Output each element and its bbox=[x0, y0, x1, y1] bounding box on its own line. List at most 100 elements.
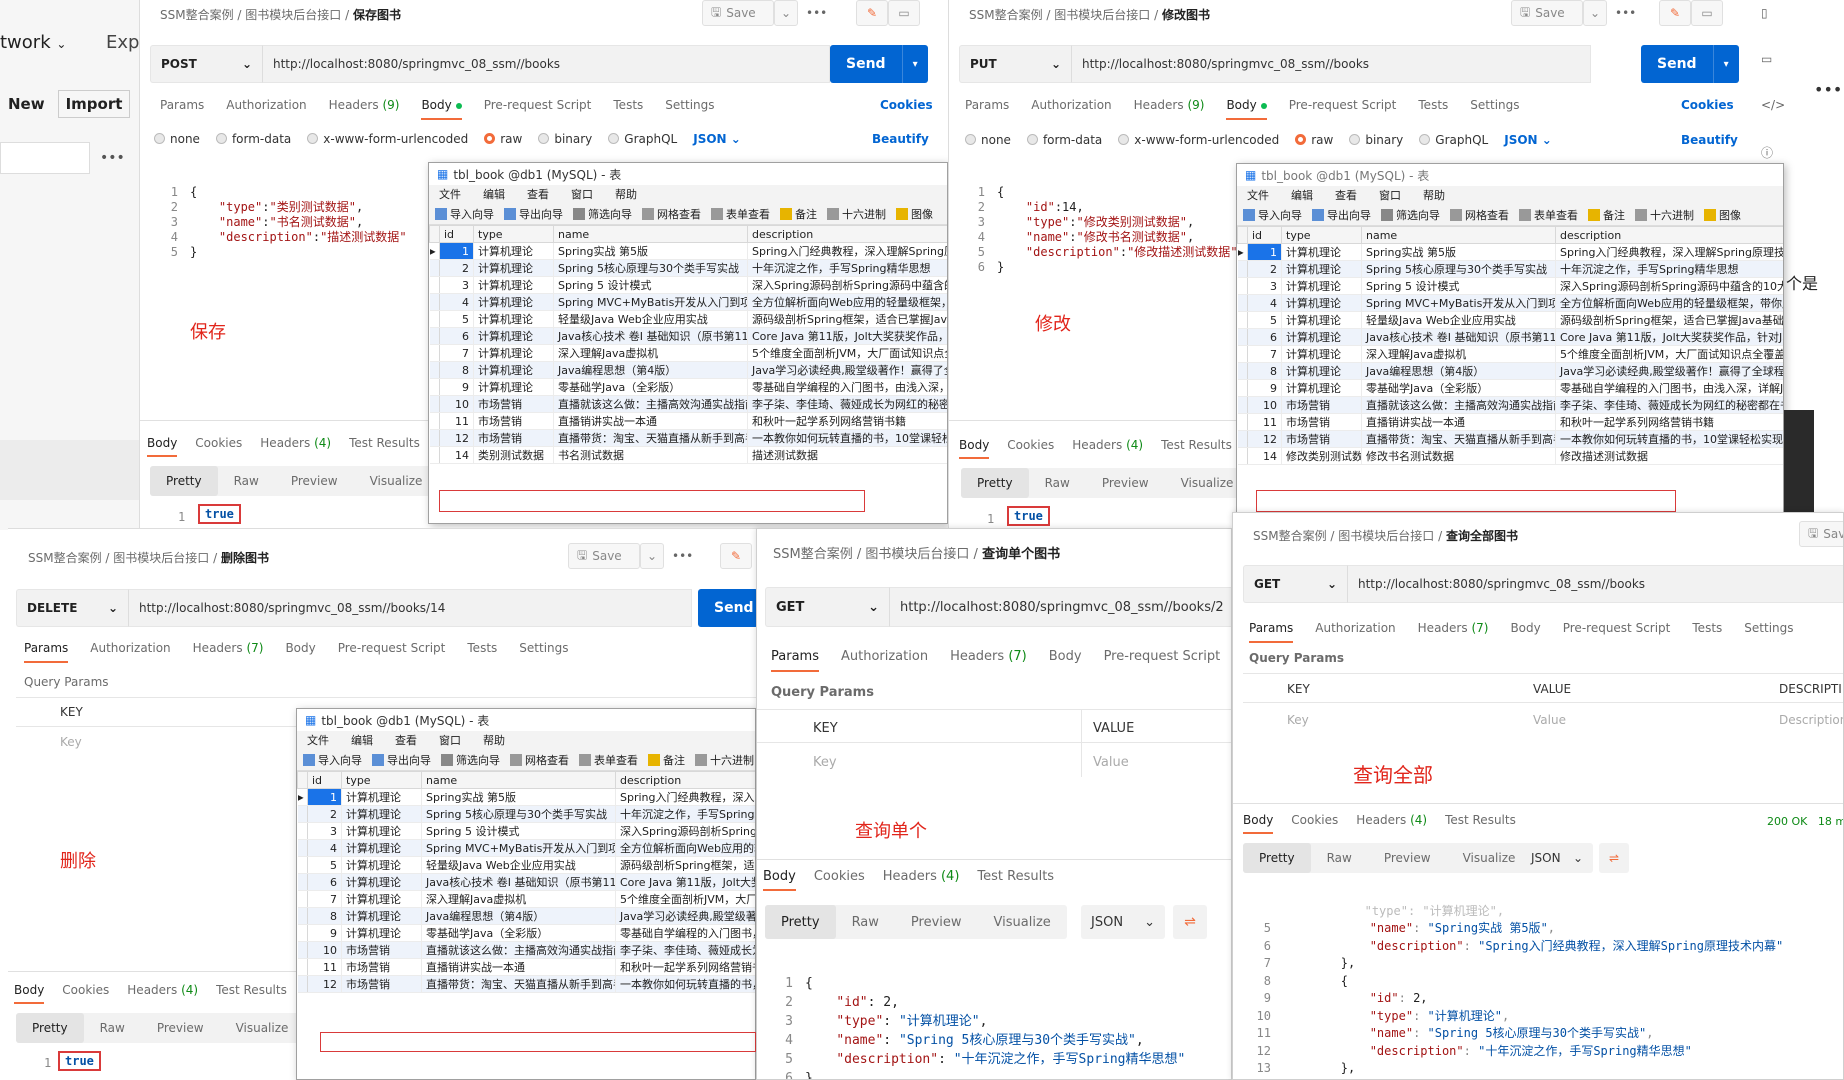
code-icon[interactable]: </> bbox=[1761, 98, 1784, 112]
radio-graphql[interactable]: GraphQL bbox=[1419, 133, 1488, 147]
table-cell[interactable]: 5个维度全面剖析JVM，大厂面试知识点全覆盖 bbox=[747, 344, 947, 362]
table-cell[interactable]: 深入Spring源码剖析Spring源码中蕴含的10大设计模式 bbox=[615, 822, 755, 840]
table-cell[interactable]: 零基础学Java（全彩版） bbox=[1361, 379, 1556, 397]
table-cell[interactable]: 计算机理论 bbox=[1281, 345, 1362, 363]
tab-settings[interactable]: Settings bbox=[519, 641, 568, 663]
table-cell[interactable]: 直播带货：淘宝、天猫直播从新手到高手 bbox=[421, 975, 616, 993]
column-header-name[interactable]: name bbox=[553, 225, 748, 243]
tool-note[interactable]: 备注 bbox=[780, 206, 817, 222]
table-cell[interactable]: 3 bbox=[439, 276, 474, 294]
table-cell[interactable]: Java学习必读经典,殿堂级著作！赢得了全球程序员的广泛赞誉 bbox=[747, 361, 947, 379]
table-cell[interactable]: 直播就该这么做：主播高效沟通实战指南 bbox=[1361, 396, 1556, 414]
table-cell[interactable]: 市场营销 bbox=[341, 958, 422, 976]
table-cell[interactable]: Spring 5核心原理与30个类手写实战 bbox=[421, 805, 616, 823]
table-cell[interactable]: 11 bbox=[439, 412, 474, 430]
column-header-type[interactable]: type bbox=[473, 225, 554, 243]
res-tab-cookies[interactable]: Cookies bbox=[1291, 813, 1338, 834]
table-cell[interactable]: 市场营销 bbox=[1281, 396, 1362, 414]
table-cell[interactable]: 计算机理论 bbox=[341, 873, 422, 891]
view-preview[interactable]: Preview bbox=[141, 1013, 220, 1043]
res-tab-cookies[interactable]: Cookies bbox=[195, 436, 242, 457]
tool-hex[interactable]: 十六进制 bbox=[695, 752, 754, 768]
tab-params[interactable]: Params bbox=[771, 649, 819, 672]
tab-pre-request-script[interactable]: Pre-request Script bbox=[1563, 621, 1671, 643]
table-cell[interactable]: 市场营销 bbox=[341, 975, 422, 993]
table-cell[interactable]: 李子柒、李佳琦、薇娅成长为网红的秘密都在书中 bbox=[747, 395, 947, 413]
table-cell[interactable]: 十年沉淀之作，手写Spring精华思想 bbox=[747, 259, 947, 277]
table-row[interactable]: 11市场营销直播销讲实战一本通和秋叶一起学系列网络营销书籍 bbox=[297, 958, 755, 976]
table-cell[interactable]: 12 bbox=[439, 429, 474, 447]
tab-tests[interactable]: Tests bbox=[467, 641, 497, 663]
tool-grid[interactable]: 网格查看 bbox=[510, 752, 569, 768]
table-cell[interactable]: 直播销讲实战一本通 bbox=[553, 412, 748, 430]
res-tab-test-results[interactable]: Test Results bbox=[1445, 813, 1516, 834]
table-cell[interactable]: 6 bbox=[439, 327, 474, 345]
method-select[interactable]: POST ⌄ bbox=[150, 45, 262, 83]
table-row[interactable]: 4计算机理论Spring MVC+MyBatis开发从入门到项目实战全方位解析面… bbox=[429, 293, 947, 311]
table-row[interactable]: 10市场营销直播就该这么做：主播高效沟通实战指南李子柒、李佳琦、薇娅成长为网红的… bbox=[297, 941, 755, 959]
table-cell[interactable]: 12 bbox=[307, 975, 342, 993]
tool-image[interactable]: 图像 bbox=[1704, 207, 1741, 223]
table-cell[interactable]: Spring入门经典教程，深入理解Spring原理技术内幕 bbox=[747, 242, 947, 260]
table-cell[interactable]: Spring入门经典教程，深入理解Spring原理技术内幕 bbox=[615, 788, 755, 806]
view-visualize[interactable]: Visualize bbox=[978, 905, 1067, 939]
more-icon[interactable]: ••• bbox=[806, 6, 827, 20]
tab-params[interactable]: Params bbox=[24, 641, 69, 663]
table-cell[interactable]: 计算机理论 bbox=[473, 276, 554, 294]
tool-import[interactable]: 导入向导 bbox=[435, 206, 494, 222]
view-raw[interactable]: Raw bbox=[218, 466, 275, 496]
table-row[interactable]: 8计算机理论Java编程思想（第4版）Java学习必读经典,殿堂级著作！赢得了全… bbox=[1237, 362, 1783, 380]
column-header-description[interactable]: description bbox=[1555, 226, 1783, 244]
tab-params[interactable]: Params bbox=[965, 98, 1009, 120]
menu-edit[interactable]: 编辑 bbox=[351, 732, 373, 748]
table-cell[interactable]: 市场营销 bbox=[473, 412, 554, 430]
save-dropdown[interactable]: ⌄ bbox=[640, 543, 664, 569]
table-row[interactable]: ▶1计算机理论Spring实战 第5版Spring入门经典教程，深入理解Spri… bbox=[297, 788, 755, 806]
table-cell[interactable]: 8 bbox=[307, 907, 342, 925]
table-cell[interactable]: 零基础学Java（全彩版） bbox=[421, 924, 616, 942]
import-button[interactable]: Import bbox=[58, 90, 130, 118]
url-input[interactable]: http://localhost:8080/springmvc_08_ssm//… bbox=[889, 587, 1231, 627]
table-cell[interactable]: 计算机理论 bbox=[341, 839, 422, 857]
table-cell[interactable]: 2 bbox=[1247, 260, 1282, 278]
table-cell[interactable]: Spring MVC+MyBatis开发从入门到项目实战 bbox=[421, 839, 616, 857]
table-cell[interactable]: Spring 5核心原理与30个类手写实战 bbox=[553, 259, 748, 277]
tool-grid[interactable]: 网格查看 bbox=[642, 206, 701, 222]
method-select[interactable]: DELETE ⌄ bbox=[16, 589, 128, 627]
save-button[interactable]: 🖫Save bbox=[1511, 0, 1583, 26]
save-button[interactable]: 🖫Save bbox=[702, 0, 774, 26]
json-format-select[interactable]: JSON ⌄ bbox=[1081, 905, 1165, 939]
tab-headers[interactable]: Headers (9) bbox=[329, 98, 400, 120]
table-cell[interactable]: 李子柒、李佳琦、薇娅成长为网红的秘密都在书中 bbox=[1555, 396, 1783, 414]
table-cell[interactable]: 描述测试数据 bbox=[747, 446, 947, 464]
table-cell[interactable]: 深入Spring源码剖析Spring源码中蕴含的10大设计模式 bbox=[1555, 277, 1783, 295]
filter-input[interactable] bbox=[0, 142, 90, 174]
table-cell[interactable]: 11 bbox=[1247, 413, 1282, 431]
tab-body[interactable]: Body bbox=[421, 98, 462, 120]
radio-urlencoded[interactable]: x-www-form-urlencoded bbox=[1118, 133, 1279, 147]
table-cell[interactable]: Java编程思想（第4版） bbox=[1361, 362, 1556, 380]
res-tab-body[interactable]: Body bbox=[763, 869, 796, 891]
table-cell[interactable]: 十年沉淀之作，手写Spring精华思想 bbox=[615, 805, 755, 823]
tool-export[interactable]: 导出向导 bbox=[504, 206, 563, 222]
table-cell[interactable]: 5 bbox=[1247, 311, 1282, 329]
tool-import[interactable]: 导入向导 bbox=[1243, 207, 1302, 223]
method-select[interactable]: GET ⌄ bbox=[765, 587, 889, 627]
save-dropdown[interactable]: ⌄ bbox=[774, 0, 798, 26]
new-button[interactable]: New bbox=[0, 90, 48, 118]
table-cell[interactable]: 全方位解析面向Web应用的轻量级框架，带你成为Spring MVC开发高手 bbox=[747, 293, 947, 311]
key-input[interactable]: Key bbox=[60, 735, 82, 749]
menu-file[interactable]: 文件 bbox=[1247, 187, 1269, 203]
radio-form-data[interactable]: form-data bbox=[215, 132, 291, 146]
table-cell[interactable]: Java核心技术 卷I 基础知识（原书第11版） bbox=[1361, 328, 1556, 346]
table-cell[interactable]: 类别测试数据 bbox=[473, 446, 554, 464]
table-cell[interactable]: 6 bbox=[1247, 328, 1282, 346]
table-cell[interactable]: 深入Spring源码剖析Spring源码中蕴含的10大设计模式 bbox=[747, 276, 947, 294]
table-cell[interactable]: 市场营销 bbox=[473, 395, 554, 413]
tab-body[interactable]: Body bbox=[1510, 621, 1540, 643]
view-visualize[interactable]: Visualize bbox=[1447, 843, 1532, 873]
table-row[interactable]: 6计算机理论Java核心技术 卷I 基础知识（原书第11版）Core Java … bbox=[297, 873, 755, 891]
table-row[interactable]: ▶1计算机理论Spring实战 第5版Spring入门经典教程，深入理解Spri… bbox=[429, 242, 947, 260]
table-cell[interactable]: 计算机理论 bbox=[473, 242, 554, 260]
radio-none[interactable]: none bbox=[154, 132, 200, 146]
